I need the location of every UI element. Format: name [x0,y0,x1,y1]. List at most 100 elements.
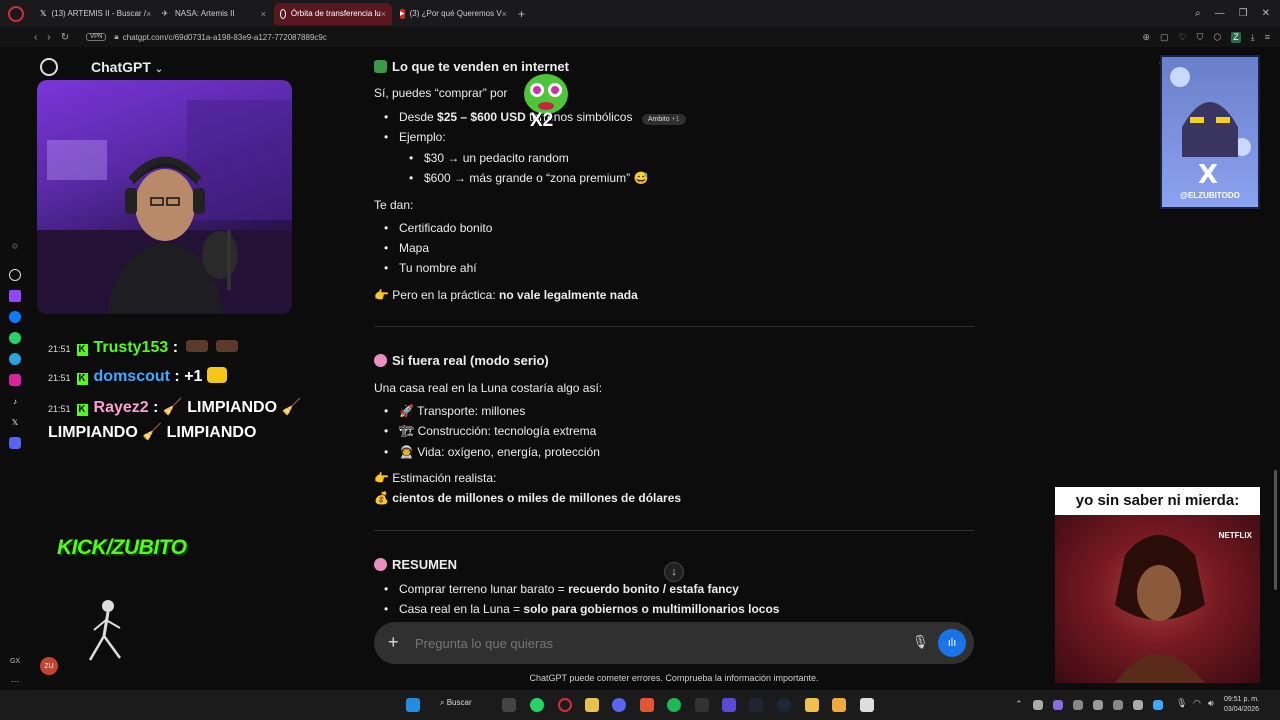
tray-icon[interactable] [1153,700,1163,710]
app-icon[interactable] [832,698,846,712]
chat-username: Trusty153 [93,339,169,356]
scrollbar[interactable] [1274,470,1277,590]
app-icon[interactable] [695,698,709,712]
messenger-icon[interactable] [9,311,21,323]
tab-label: (3) ¿Por qué Queremos V [409,9,502,18]
chatgpt-logo-icon[interactable] [40,58,58,76]
close-icon[interactable]: × [502,9,507,19]
new-tab-button[interactable]: + [518,7,525,21]
whatsapp-icon[interactable] [9,332,21,344]
tray-icon[interactable] [1113,700,1123,710]
minimize-icon[interactable]: — [1215,8,1225,19]
tray-icon[interactable] [1033,700,1043,710]
x-icon[interactable]: 𝕏 [9,416,21,428]
section-heading: Si fuera real (modo serio) [374,353,549,368]
opera-gx-logo-icon[interactable] [8,5,24,22]
telegram-icon[interactable] [9,353,21,365]
reload-icon[interactable]: ↻ [61,32,69,43]
tab-chatgpt[interactable]: Órbita de transferencia lu × [274,2,392,25]
microphone-icon[interactable]: 🎙︎ [912,634,929,650]
discord-icon[interactable] [612,698,626,712]
tray-icon[interactable] [1093,700,1103,710]
cat-emote-icon [206,367,227,383]
shield-icon[interactable]: ⛉ [1197,32,1204,43]
list-item: Casa real en la Luna = solo para gobiern… [384,602,779,616]
paragraph: 👉 Estimación realista: [374,471,497,485]
paragraph: Te dan: [374,198,414,212]
taskbar-search[interactable]: ⌕ Buscar [440,698,472,708]
chatgpt-icon [280,8,286,19]
profile-badge[interactable]: Z [1231,31,1241,43]
tray-icon[interactable] [1053,700,1063,710]
download-icon[interactable]: ⤓ [1251,32,1255,43]
forward-icon[interactable]: › [47,32,50,43]
spotify-icon[interactable] [667,698,681,712]
tray-icon[interactable] [1073,700,1083,710]
chevron-down-icon: ⌄ [154,64,164,75]
tray-icon[interactable] [1133,700,1143,710]
app-icon[interactable] [749,698,763,712]
webcam-overlay [37,80,292,314]
close-window-icon[interactable]: ✕ [1262,8,1270,19]
tab-youtube[interactable]: ▶ (3) ¿Por qué Queremos V × [394,3,512,25]
clock[interactable]: 09:51 p. m. 03/04/2026 [1224,695,1259,715]
snapshot-icon[interactable]: ▢ [1160,32,1169,43]
maximize-icon[interactable]: ❐ [1239,8,1248,19]
avatar-initials: ZU [44,662,54,670]
url-field[interactable]: chatgpt.com/c/69d0731a-a198-83e9-a127-77… [123,33,327,42]
search-tabs-icon[interactable]: ⌕ [1195,8,1201,19]
list-item: Ejemplo: [384,130,446,144]
voice-mode-button[interactable]: ılı [938,629,966,657]
bookmark-icon[interactable]: ♡ [1179,32,1187,43]
instagram-icon[interactable] [9,374,21,386]
skeleton-animation [80,598,130,673]
tiktok-icon[interactable]: ♪ [9,395,21,407]
windows-taskbar: ⌕ Buscar ⌃ 🎙︎ ◠ 🔊︎ 09:51 p. m. 03/04/202… [0,690,1280,720]
close-icon[interactable]: × [146,9,151,19]
discord-icon[interactable] [9,437,21,449]
whatsapp-icon[interactable] [530,698,544,712]
brain-icon [374,354,387,367]
citation-chip[interactable]: Ambito +1 [641,114,686,125]
volume-icon[interactable]: 🔊︎ [1208,698,1214,709]
microphone-tray-icon[interactable]: 🎙︎ [1176,698,1187,709]
gx-label[interactable]: GX [9,655,21,667]
app-icon[interactable] [860,698,874,712]
task-view-icon[interactable] [502,698,516,712]
app-icon[interactable] [640,698,654,712]
close-icon[interactable]: × [261,9,266,19]
prompt-input[interactable] [415,633,885,653]
menu-icon[interactable]: ≡ [1265,32,1270,43]
chat-username: domscout [93,368,170,385]
model-selector[interactable]: ChatGPT ⌄ [91,59,163,75]
more-icon[interactable]: ⋯ [9,675,21,687]
steam-icon[interactable] [777,698,791,712]
opera-gx-icon[interactable] [558,698,572,712]
svg-text:X: X [1198,160,1218,190]
add-attachment-button[interactable]: + [388,632,399,653]
kick-logo: KICK/ZUBITO [57,536,187,559]
twitch-icon[interactable] [9,290,21,302]
folder-icon[interactable] [805,698,819,712]
tab-label: (13) ARTEMIS II - Buscar / [51,9,146,18]
ai-icon[interactable]: ♲ [9,240,21,252]
section-heading: RESUMEN [374,557,457,572]
chatgpt-icon[interactable] [9,269,21,281]
back-icon[interactable]: ‹ [34,32,37,43]
avatar[interactable]: ZU [40,657,58,675]
tab-artemis-search[interactable]: 𝕏 (13) ARTEMIS II - Buscar / × [34,3,152,25]
x-icon: 𝕏 [40,9,47,18]
windows-start-icon[interactable] [406,698,420,712]
scroll-down-button[interactable]: ↓ [664,562,684,582]
extensions-icon[interactable]: ⬡ [1213,32,1221,43]
wifi-icon[interactable]: ◠ [1193,698,1201,709]
file-manager-icon[interactable] [585,698,599,712]
vpn-badge[interactable]: VPN [86,33,107,41]
list-item: $30 → un pedacito random [409,151,569,165]
tab-nasa[interactable]: ✈ NASA: Artemis II × [154,3,272,25]
meme-overlay: yo sin saber ni mierda: NETFLIX [1055,487,1260,683]
grid-app-icon[interactable] [722,698,736,712]
close-icon[interactable]: × [381,9,386,19]
tray-chevron-icon[interactable]: ⌃ [1015,699,1023,710]
zoom-icon[interactable]: ⊕ [1142,32,1150,43]
